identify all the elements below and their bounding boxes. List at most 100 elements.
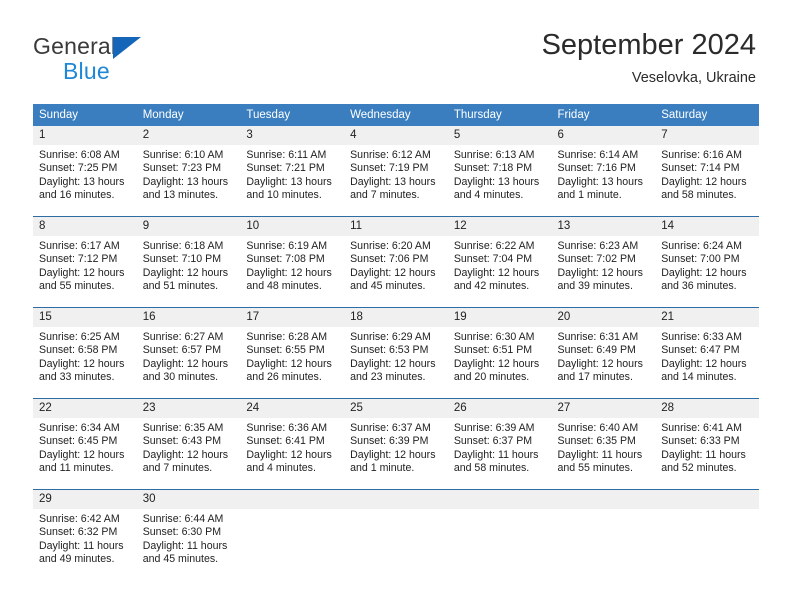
day-number: 10 bbox=[240, 217, 345, 236]
calendar-day-cell[interactable]: 25 Sunrise: 6:37 AM Sunset: 6:39 PM Dayligh… bbox=[344, 398, 448, 490]
sunset-text: Sunset: 7:02 PM bbox=[557, 253, 636, 266]
calendar-day-cell[interactable]: 26 Sunrise: 6:39 AM Sunset: 6:37 PM Dayligh… bbox=[447, 398, 552, 490]
day-number: 29 bbox=[33, 490, 137, 509]
calendar-day-cell[interactable]: 29 Sunrise: 6:42 AM Sunset: 6:32 PM Dayligh… bbox=[33, 489, 137, 580]
daylight-text: Daylight: 11 hours and 55 minutes. bbox=[557, 448, 643, 475]
day-number: 1 bbox=[33, 126, 137, 145]
day-details: Sunrise: 6:44 AM Sunset: 6:30 PM Daylight:… bbox=[137, 509, 241, 567]
calendar-day-cell[interactable]: 9 Sunrise: 6:18 AM Sunset: 7:10 PM Daylight… bbox=[136, 216, 241, 308]
day-cell-inner bbox=[240, 490, 345, 580]
calendar-week-row: 22 Sunrise: 6:34 AM Sunset: 6:45 PM Dayligh… bbox=[33, 398, 759, 490]
day-number: 13 bbox=[551, 217, 656, 236]
sunset-text: Sunset: 6:49 PM bbox=[557, 344, 636, 357]
day-cell-inner: 23 Sunrise: 6:35 AM Sunset: 6:43 PM Dayligh… bbox=[136, 399, 241, 489]
day-details: Sunrise: 6:19 AM Sunset: 7:08 PM Daylight:… bbox=[240, 236, 344, 294]
calendar-day-cell[interactable]: 10 Sunrise: 6:19 AM Sunset: 7:08 PM Dayligh… bbox=[240, 216, 345, 308]
calendar-day-cell[interactable]: 1 Sunrise: 6:08 AM Sunset: 7:25 PM Daylight… bbox=[33, 126, 137, 217]
day-details: Sunrise: 6:39 AM Sunset: 6:37 PM Daylight:… bbox=[448, 418, 552, 476]
calendar-day-cell[interactable]: 17 Sunrise: 6:28 AM Sunset: 6:55 PM Dayligh… bbox=[240, 307, 345, 399]
sunset-text: Sunset: 7:08 PM bbox=[246, 253, 325, 266]
weekday-header-sunday: Sunday bbox=[33, 104, 137, 126]
calendar-day-cell[interactable]: 20 Sunrise: 6:31 AM Sunset: 6:49 PM Dayligh… bbox=[551, 307, 656, 399]
calendar-day-cell[interactable]: 21 Sunrise: 6:33 AM Sunset: 6:47 PM Dayligh… bbox=[655, 307, 759, 399]
calendar-day-cell[interactable]: 7 Sunrise: 6:16 AM Sunset: 7:14 PM Daylight… bbox=[655, 126, 759, 217]
calendar-day-cell[interactable]: 6 Sunrise: 6:14 AM Sunset: 7:16 PM Daylight… bbox=[551, 126, 656, 217]
calendar-day-cell[interactable]: 18 Sunrise: 6:29 AM Sunset: 6:53 PM Dayligh… bbox=[344, 307, 448, 399]
day-details: Sunrise: 6:08 AM Sunset: 7:25 PM Daylight:… bbox=[33, 145, 137, 203]
weekday-header-friday: Friday bbox=[551, 104, 656, 126]
calendar-day-cell[interactable]: 19 Sunrise: 6:30 AM Sunset: 6:51 PM Dayligh… bbox=[447, 307, 552, 399]
calendar-day-cell[interactable]: 5 Sunrise: 6:13 AM Sunset: 7:18 PM Daylight… bbox=[447, 126, 552, 217]
day-number: 25 bbox=[344, 399, 448, 418]
sunrise-text: Sunrise: 6:42 AM bbox=[39, 513, 120, 525]
day-details: Sunrise: 6:40 AM Sunset: 6:35 PM Daylight:… bbox=[552, 418, 656, 476]
sunrise-text: Sunrise: 6:31 AM bbox=[557, 331, 639, 343]
day-details: Sunrise: 6:11 AM Sunset: 7:21 PM Daylight:… bbox=[240, 145, 344, 203]
calendar-day-cell[interactable]: 16 Sunrise: 6:27 AM Sunset: 6:57 PM Dayligh… bbox=[136, 307, 241, 399]
weekday-header-monday: Monday bbox=[136, 104, 241, 126]
calendar-day-cell[interactable]: 2 Sunrise: 6:10 AM Sunset: 7:23 PM Daylight… bbox=[136, 126, 241, 217]
daylight-text: Daylight: 13 hours and 16 minutes. bbox=[39, 175, 125, 202]
daylight-text: Daylight: 11 hours and 58 minutes. bbox=[453, 448, 539, 475]
calendar-day-cell[interactable]: 22 Sunrise: 6:34 AM Sunset: 6:45 PM Dayligh… bbox=[33, 398, 137, 490]
calendar-day-cell[interactable]: 30 Sunrise: 6:44 AM Sunset: 6:30 PM Dayligh… bbox=[136, 489, 241, 580]
sunset-text: Sunset: 7:25 PM bbox=[39, 162, 118, 175]
day-details bbox=[448, 509, 552, 513]
sunset-text: Sunset: 7:23 PM bbox=[142, 162, 222, 175]
daylight-text: Daylight: 12 hours and 51 minutes. bbox=[142, 266, 229, 293]
day-details: Sunrise: 6:41 AM Sunset: 6:33 PM Daylight:… bbox=[655, 418, 759, 476]
day-cell-inner: 3 Sunrise: 6:11 AM Sunset: 7:21 PM Daylight… bbox=[240, 126, 345, 216]
calendar-day-cell[interactable]: 15 Sunrise: 6:25 AM Sunset: 6:58 PM Dayligh… bbox=[33, 307, 137, 399]
daylight-text: Daylight: 12 hours and 4 minutes. bbox=[246, 448, 332, 475]
calendar-day-cell[interactable]: 23 Sunrise: 6:35 AM Sunset: 6:43 PM Dayligh… bbox=[136, 398, 241, 490]
calendar-day-cell[interactable]: 4 Sunrise: 6:12 AM Sunset: 7:19 PM Daylight… bbox=[344, 126, 448, 217]
calendar-empty-cell bbox=[344, 489, 448, 580]
day-details bbox=[240, 509, 344, 513]
calendar-day-cell[interactable]: 8 Sunrise: 6:17 AM Sunset: 7:12 PM Daylight… bbox=[33, 216, 137, 308]
generalblue-logo[interactable]: General Blue bbox=[33, 33, 223, 85]
daylight-text: Daylight: 13 hours and 1 minute. bbox=[557, 175, 643, 202]
day-details: Sunrise: 6:36 AM Sunset: 6:41 PM Daylight:… bbox=[240, 418, 344, 476]
day-details bbox=[552, 509, 656, 513]
day-details: Sunrise: 6:34 AM Sunset: 6:45 PM Daylight:… bbox=[33, 418, 137, 476]
day-details: Sunrise: 6:10 AM Sunset: 7:23 PM Daylight:… bbox=[137, 145, 241, 203]
calendar-day-cell[interactable]: 3 Sunrise: 6:11 AM Sunset: 7:21 PM Daylight… bbox=[240, 126, 345, 217]
sunrise-text: Sunrise: 6:20 AM bbox=[350, 240, 431, 252]
day-number: 17 bbox=[240, 308, 345, 327]
day-details: Sunrise: 6:42 AM Sunset: 6:32 PM Daylight:… bbox=[33, 509, 137, 567]
daylight-text: Daylight: 13 hours and 4 minutes. bbox=[453, 175, 540, 202]
daylight-text: Daylight: 12 hours and 42 minutes. bbox=[453, 266, 540, 293]
day-number: 26 bbox=[447, 399, 552, 418]
calendar-week-row: 8 Sunrise: 6:17 AM Sunset: 7:12 PM Daylight… bbox=[33, 216, 759, 308]
day-number: 7 bbox=[655, 126, 759, 145]
daylight-text: Daylight: 12 hours and 14 minutes. bbox=[661, 357, 747, 384]
calendar-day-cell[interactable]: 13 Sunrise: 6:23 AM Sunset: 7:02 PM Dayligh… bbox=[551, 216, 656, 308]
calendar-day-cell[interactable]: 14 Sunrise: 6:24 AM Sunset: 7:00 PM Dayligh… bbox=[655, 216, 759, 308]
title-block: September 2024 Veselovka, Ukraine bbox=[542, 28, 756, 88]
day-number: 2 bbox=[136, 126, 241, 145]
day-number: 3 bbox=[240, 126, 345, 145]
day-cell-inner: 25 Sunrise: 6:37 AM Sunset: 6:39 PM Dayligh… bbox=[344, 399, 448, 489]
sunset-text: Sunset: 6:55 PM bbox=[246, 344, 325, 357]
sunset-text: Sunset: 7:19 PM bbox=[350, 162, 429, 175]
day-details: Sunrise: 6:22 AM Sunset: 7:04 PM Daylight:… bbox=[448, 236, 552, 294]
sunrise-text: Sunrise: 6:40 AM bbox=[557, 422, 639, 434]
daylight-text: Daylight: 11 hours and 45 minutes. bbox=[142, 539, 228, 566]
sunrise-text: Sunrise: 6:19 AM bbox=[246, 240, 328, 252]
daylight-text: Daylight: 12 hours and 55 minutes. bbox=[39, 266, 125, 293]
sunrise-text: Sunrise: 6:24 AM bbox=[661, 240, 742, 252]
calendar-day-cell[interactable]: 27 Sunrise: 6:40 AM Sunset: 6:35 PM Dayligh… bbox=[551, 398, 656, 490]
calendar-day-cell[interactable]: 24 Sunrise: 6:36 AM Sunset: 6:41 PM Dayligh… bbox=[240, 398, 345, 490]
day-cell-inner: 20 Sunrise: 6:31 AM Sunset: 6:49 PM Dayligh… bbox=[551, 308, 656, 398]
sunset-text: Sunset: 6:35 PM bbox=[557, 435, 636, 448]
day-number: 12 bbox=[447, 217, 552, 236]
calendar-day-cell[interactable]: 12 Sunrise: 6:22 AM Sunset: 7:04 PM Dayligh… bbox=[447, 216, 552, 308]
day-cell-inner: 29 Sunrise: 6:42 AM Sunset: 6:32 PM Dayligh… bbox=[33, 490, 137, 580]
calendar-day-cell[interactable]: 28 Sunrise: 6:41 AM Sunset: 6:33 PM Dayligh… bbox=[655, 398, 759, 490]
day-number: 20 bbox=[551, 308, 656, 327]
calendar-week-row: 29 Sunrise: 6:42 AM Sunset: 6:32 PM Dayligh… bbox=[33, 489, 759, 580]
calendar-week-row: 15 Sunrise: 6:25 AM Sunset: 6:58 PM Dayligh… bbox=[33, 307, 759, 399]
calendar-day-cell[interactable]: 11 Sunrise: 6:20 AM Sunset: 7:06 PM Dayligh… bbox=[344, 216, 448, 308]
day-number: 9 bbox=[136, 217, 241, 236]
sunrise-text: Sunrise: 6:35 AM bbox=[142, 422, 224, 434]
